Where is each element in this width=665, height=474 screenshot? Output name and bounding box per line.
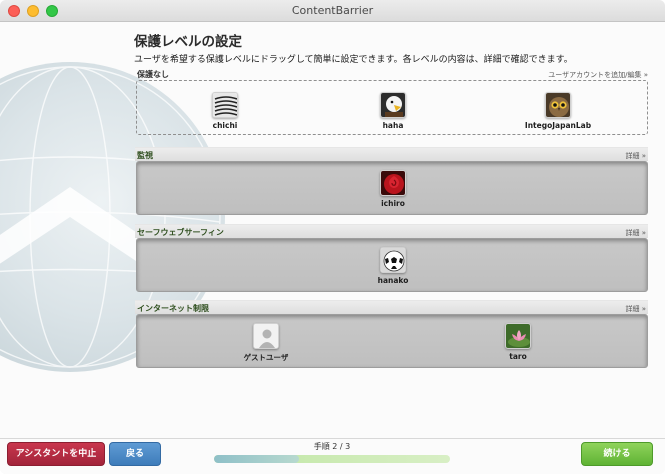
progress-fill bbox=[214, 455, 299, 463]
level-header-safe-surfing: セーフウェブサーフィン 詳細 » bbox=[135, 224, 648, 238]
user-guest[interactable]: ゲストユーザ bbox=[221, 323, 311, 363]
user-name: ゲストユーザ bbox=[243, 353, 289, 362]
details-link[interactable]: 詳細 » bbox=[625, 228, 646, 238]
level-label: インターネット制限 bbox=[137, 304, 209, 313]
user-name: chichi bbox=[212, 121, 238, 130]
window-title: ContentBarrier bbox=[291, 4, 374, 17]
owl-icon bbox=[545, 92, 571, 118]
unprotected-label: 保護なし bbox=[137, 70, 169, 79]
footer-divider bbox=[0, 438, 665, 439]
user-ichiro[interactable]: ichiro bbox=[348, 170, 438, 208]
guest-silhouette-icon bbox=[253, 323, 279, 349]
level-dropzone-safe-surfing[interactable]: hanako bbox=[136, 238, 648, 292]
user-haha[interactable]: haha bbox=[348, 92, 438, 130]
lotus-icon bbox=[505, 323, 531, 349]
app-window: ContentBarrier 保護レベルの設定 ユーザを希望する保護レベルにドラ… bbox=[0, 0, 665, 474]
edit-accounts-link[interactable]: ユーザアカウントを追加/編集 » bbox=[548, 70, 648, 80]
user-name: IntegoJapanLab bbox=[524, 121, 592, 130]
stop-assistant-button[interactable]: アシスタントを中止 bbox=[7, 442, 105, 466]
user-name: hanako bbox=[377, 276, 409, 285]
page-title: 保護レベルの設定 bbox=[134, 34, 242, 50]
step-progress-bar bbox=[214, 455, 450, 463]
zebra-icon bbox=[212, 92, 238, 118]
details-link[interactable]: 詳細 » bbox=[625, 151, 646, 161]
user-integojapanlab[interactable]: IntegoJapanLab bbox=[513, 92, 603, 130]
level-dropzone-internet-restriction[interactable]: ゲストユーザ taro bbox=[136, 314, 648, 368]
user-name: haha bbox=[382, 121, 404, 130]
title-bar: ContentBarrier bbox=[0, 0, 665, 22]
continue-button[interactable]: 続ける bbox=[581, 442, 653, 466]
user-name: ichiro bbox=[381, 199, 405, 208]
user-name: taro bbox=[509, 352, 527, 361]
rose-icon bbox=[380, 170, 406, 196]
user-taro[interactable]: taro bbox=[473, 323, 563, 361]
soccer-ball-icon bbox=[380, 247, 406, 273]
level-label: 監視 bbox=[137, 151, 153, 160]
level-label: セーフウェブサーフィン bbox=[137, 228, 224, 237]
level-header-internet-restriction: インターネット制限 詳細 » bbox=[135, 300, 648, 314]
details-link[interactable]: 詳細 » bbox=[625, 304, 646, 314]
eagle-icon bbox=[380, 92, 406, 118]
level-dropzone-monitor[interactable]: ichiro bbox=[136, 161, 648, 215]
unprotected-dropzone[interactable]: chichi haha IntegoJapanLab bbox=[136, 80, 648, 135]
back-button[interactable]: 戻る bbox=[109, 442, 161, 466]
user-chichi[interactable]: chichi bbox=[180, 92, 270, 130]
level-header-monitor: 監視 詳細 » bbox=[135, 147, 648, 161]
page-description: ユーザを希望する保護レベルにドラッグして簡単に設定できます。各レベルの内容は、詳… bbox=[134, 55, 573, 65]
user-hanako[interactable]: hanako bbox=[348, 247, 438, 285]
assistant-content: 保護レベルの設定 ユーザを希望する保護レベルにドラッグして簡単に設定できます。各… bbox=[0, 22, 665, 474]
step-indicator: 手順 2 / 3 bbox=[313, 442, 351, 451]
